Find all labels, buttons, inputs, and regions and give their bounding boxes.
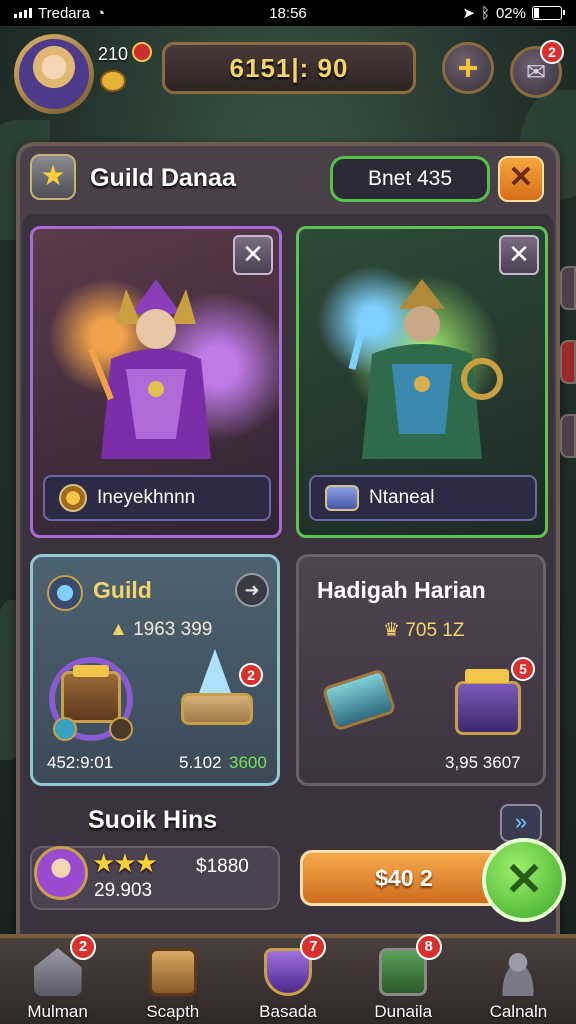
power-icon: ▲ [109,619,134,640]
nav-item-people[interactable]: Calnaln [461,938,576,1024]
guild-card-arrow-button[interactable]: ➜ [235,573,269,607]
nav-item-crate[interactable]: Scapth [115,938,230,1024]
crate-icon [148,948,197,996]
signal-icon [14,8,32,18]
coin-icon [100,70,126,92]
nav-people-label: Calnaln [489,1002,548,1021]
spellbook-icon [325,485,359,511]
guild-card-title: Guild [93,577,152,603]
hero-portrait-warrior [348,279,503,459]
bottom-nav: 2 Mulman Scapth 7 Basada 8 Dunaila Calna… [0,934,576,1024]
guild-chest-icon [61,671,121,723]
buy-button[interactable]: $40 2 [300,850,508,906]
daily-card-footer: 3,95 3607 [445,753,521,772]
daily-chest-badge: 5 [511,657,535,681]
gold-pile-icon [465,669,509,683]
player-avatar[interactable] [14,34,94,114]
guild-card[interactable]: Guild ➜ ▲ 1963 399 2 452:9:01 5.102 3600 [30,554,280,786]
bluetooth-icon: ᛒ [480,4,490,22]
status-bar: Tredara ◔ 18:56 ➤ ᛒ 02% [0,0,576,26]
guild-card-value-text: 1963 399 [133,619,213,640]
section-title: Suoik Hins [88,806,218,834]
row-value-b: 29.903 [94,880,153,901]
guild-card-timer: 452:9:01 [47,753,114,772]
nav-shield-label: Basada [259,1002,317,1021]
guild-card-footer-a: 5.102 [179,753,222,772]
crystal-badge: 2 [239,663,263,687]
hero-1-name-plate[interactable]: Ineyekhnnn [43,475,271,521]
nav-flag-label: Dunaila [374,1002,433,1021]
row-value-a: $1880 [196,856,249,877]
add-currency-button[interactable]: + [442,42,494,94]
hero-2-name-plate[interactable]: Ntaneal [309,475,537,521]
people-icon [494,948,543,996]
hero-portrait-sorceress [88,279,237,459]
daily-card-value-text: 705 1Z [405,620,465,641]
hero-card-2[interactable]: ✕ Ntaneal [296,226,548,538]
battery-icon [532,6,565,20]
plus-icon: + [457,47,479,88]
hero-1-name: Ineyekhnnn [97,487,196,508]
crystal-emblem-icon [47,575,83,611]
side-tab-3[interactable] [560,414,576,458]
guild-card-value: ▲ 1963 399 [109,619,212,641]
rating-stars-icon: ★★★ [92,848,158,878]
player-level: 210 [98,44,129,64]
nav-item-shield[interactable]: 7 Basada [230,934,345,1024]
currency-display[interactable]: 6151|: 90 [162,42,416,94]
section-arrow-button[interactable]: » [500,804,542,842]
gold-pile-icon [73,665,109,677]
nav-shield-badge: 7 [300,934,327,960]
confirm-button[interactable]: ✕ [482,838,566,922]
side-tab-2[interactable] [560,340,576,384]
daily-card[interactable]: Hadigah Harian ♛ 705 1Z 5 3,95 3607 [296,554,546,786]
wifi-icon: ◔ [95,4,106,22]
trophy-icon: ♛ [383,620,406,641]
alert-dot-icon [132,42,152,62]
settings-icon [109,717,133,741]
dismiss-hero-1-button[interactable]: ✕ [233,235,273,275]
guild-info-pill[interactable]: Bnet 435 [330,156,490,202]
close-button[interactable]: ✕ [498,156,544,202]
hero-2-name: Ntaneal [369,487,435,508]
nav-home-label: Mulman [27,1002,88,1021]
nav-home-badge: 2 [70,934,96,960]
gear-icon [53,717,77,741]
mail-badge: 2 [540,40,564,64]
nav-item-home[interactable]: 2 Mulman [0,934,115,1024]
guild-emblem-icon: ★ [30,154,76,200]
dismiss-hero-2-button[interactable]: ✕ [499,235,539,275]
check-icon: ✕ [504,853,544,905]
nav-item-flag[interactable]: 8 Dunaila [346,934,461,1024]
daily-card-value: ♛ 705 1Z [383,619,464,642]
crystal-crate-icon [181,693,253,725]
side-tab-1[interactable] [560,266,576,310]
scroll-case-icon [321,668,397,732]
nav-flag-badge: 8 [415,934,442,960]
coin-icon [59,484,87,512]
avatar [34,846,88,900]
avatar-portrait [19,39,89,109]
daily-chest-icon [455,681,521,735]
panel-title: Guild Danaa [90,164,236,192]
location-icon: ➤ [462,5,475,22]
carrier-name: Tredara [38,4,90,22]
daily-card-title: Hadigah Harian [317,577,486,603]
crystal-icon [199,649,231,693]
battery-percent: 02% [495,4,526,22]
nav-crate-label: Scapth [146,1002,200,1021]
hero-card-1[interactable]: ✕ Ineyekhnnn [30,226,282,538]
scroll-icon: ✉ [525,58,547,86]
guild-card-footer-b: 3600 [229,753,267,772]
